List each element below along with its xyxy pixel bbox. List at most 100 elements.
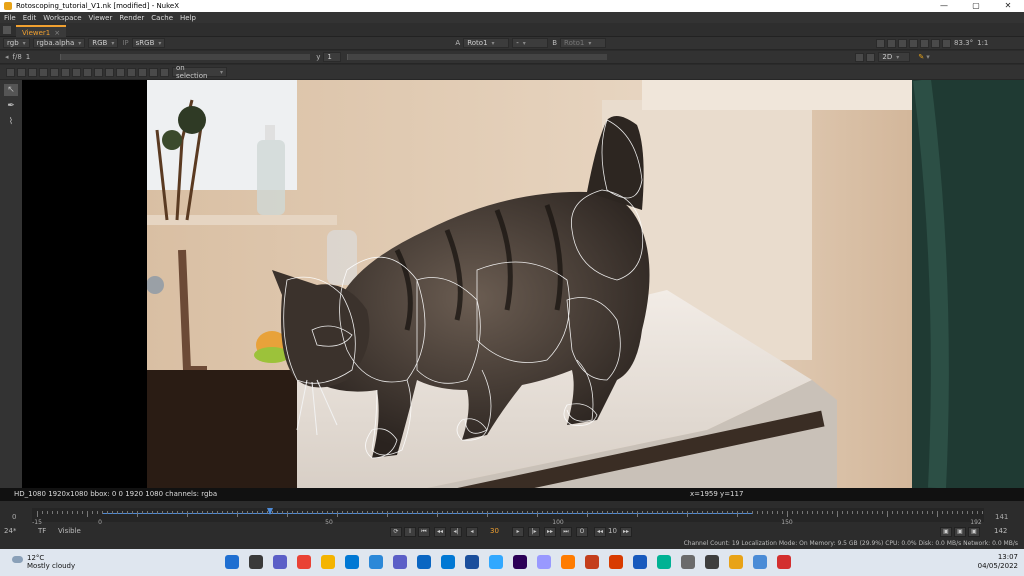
link-icon[interactable] [28, 67, 37, 77]
proxy-value[interactable]: 1:1 [977, 39, 988, 47]
roi-icon[interactable] [876, 38, 886, 48]
render-icon[interactable]: ▣ [954, 527, 966, 537]
taskbar-app-icon[interactable] [705, 555, 719, 569]
taskbar-app-icon[interactable] [777, 555, 791, 569]
play-backward-icon[interactable]: ◂ [466, 527, 478, 537]
taskbar-app-icon[interactable] [369, 555, 383, 569]
transform-icon[interactable] [61, 67, 70, 77]
timeline-start[interactable]: 0 [12, 513, 16, 521]
clipping-icon[interactable] [887, 38, 897, 48]
taskbar-app-icon[interactable] [513, 555, 527, 569]
prev-frame-icon[interactable]: ◂| [450, 527, 462, 537]
settings-gear-icon[interactable] [6, 67, 15, 77]
visibility-dropdown[interactable]: Visible [58, 527, 81, 535]
taskbar-app-icon[interactable] [321, 555, 335, 569]
display-dropdown[interactable]: RGB ▾ [88, 38, 119, 48]
input-b-dropdown[interactable]: Roto1 ▾ [560, 38, 607, 48]
feather-link-icon[interactable] [127, 67, 136, 77]
mask-icon[interactable] [909, 38, 919, 48]
tf-dropdown[interactable]: TF [38, 527, 46, 535]
first-frame-icon[interactable]: ⏮ [418, 527, 430, 537]
menu-workspace[interactable]: Workspace [43, 14, 81, 22]
taskbar-app-icon[interactable] [585, 555, 599, 569]
taskbar-app-icon[interactable] [561, 555, 575, 569]
zoom-value[interactable]: 83.3° [954, 39, 973, 47]
taskbar-app-icon[interactable] [273, 555, 287, 569]
close-button[interactable]: ✕ [992, 0, 1024, 12]
lock-icon[interactable] [855, 52, 865, 62]
selection-mode-dropdown[interactable]: on selection ▾ [172, 64, 227, 80]
timeline-end[interactable]: 141 [995, 513, 1008, 521]
taskbar-app-icon[interactable] [609, 555, 623, 569]
grid-icon[interactable] [138, 67, 147, 77]
points-tool-icon[interactable]: ⌇ [4, 116, 18, 128]
ripple-icon[interactable] [105, 67, 114, 77]
gain-prev-icon[interactable]: ◂ [5, 53, 9, 61]
refresh-icon[interactable] [931, 38, 941, 48]
current-frame-field[interactable]: 30 [490, 527, 499, 535]
bezier-tool-icon[interactable]: ✒ [4, 100, 18, 112]
input-a-dropdown[interactable]: Roto1 ▾ [463, 38, 510, 48]
filter-icon[interactable] [160, 67, 169, 77]
end-frame-field[interactable]: 142 [994, 527, 1007, 535]
menu-render[interactable]: Render [119, 14, 144, 22]
menu-cache[interactable]: Cache [151, 14, 173, 22]
minimize-button[interactable]: — [928, 0, 960, 12]
gain-slider[interactable] [60, 54, 311, 60]
increment-field[interactable]: 10 [608, 527, 617, 535]
taskbar-app-icon[interactable] [441, 555, 455, 569]
layer-dropdown[interactable]: rgb ▾ [3, 38, 30, 48]
view-mode-dropdown[interactable]: 2D ▾ [878, 52, 911, 62]
bbox-icon[interactable] [83, 67, 92, 77]
next-frame-icon[interactable]: |▸ [528, 527, 540, 537]
ip-toggle[interactable]: IP [122, 39, 128, 47]
panel-menu-icon[interactable] [3, 26, 11, 34]
label-points-icon[interactable] [39, 67, 48, 77]
taskbar-app-icon[interactable] [537, 555, 551, 569]
visibility-icon[interactable] [149, 67, 158, 77]
step-back-icon[interactable]: ◂◂ [594, 527, 606, 537]
taskbar-app-icon[interactable] [393, 555, 407, 569]
step-forward-icon[interactable]: ▸▸ [620, 527, 632, 537]
taskbar-app-icon[interactable] [633, 555, 647, 569]
tab-close-icon[interactable]: × [54, 29, 60, 37]
lut-dropdown[interactable]: sRGB ▾ [131, 38, 166, 48]
play-forward-icon[interactable]: ▸ [512, 527, 524, 537]
last-frame-icon[interactable]: ⏭ [560, 527, 572, 537]
paint-brush-icon[interactable]: ✎ [918, 53, 924, 61]
pause-icon[interactable] [942, 38, 952, 48]
next-key-icon[interactable]: ▸▸ [544, 527, 556, 537]
label-curves-icon[interactable] [50, 67, 59, 77]
taskbar-app-icon[interactable] [345, 555, 359, 569]
taskbar-app-icon[interactable] [753, 555, 767, 569]
taskbar-app-icon[interactable] [657, 555, 671, 569]
in-point-icon[interactable]: I [404, 527, 416, 537]
overlay-icon[interactable] [898, 38, 908, 48]
tab-viewer1[interactable]: Viewer1 × [16, 25, 67, 37]
timeline-track[interactable]: -15 0 50 100 150 192 [32, 508, 984, 526]
wipe-dropdown[interactable]: - ▾ [512, 38, 549, 48]
fstop-value[interactable]: 1 [26, 53, 30, 61]
tangent-icon[interactable] [72, 67, 81, 77]
gamma-slider[interactable] [347, 54, 608, 60]
feather-icon[interactable] [17, 67, 26, 77]
taskbar-app-icon[interactable] [417, 555, 431, 569]
viewer-canvas[interactable] [22, 80, 1024, 488]
loop-icon[interactable]: ⟳ [390, 527, 402, 537]
chevron-down-icon[interactable]: ▾ [926, 53, 930, 61]
frame-icon[interactable] [866, 52, 876, 62]
fps-dropdown[interactable]: 24* [4, 527, 16, 535]
prev-key-icon[interactable]: ◂◂ [434, 527, 446, 537]
taskbar-app-icon[interactable] [729, 555, 743, 569]
taskbar-app-icon[interactable] [465, 555, 479, 569]
auto-key-icon[interactable] [116, 67, 125, 77]
taskbar-app-icon[interactable] [249, 555, 263, 569]
snap-icon[interactable] [94, 67, 103, 77]
system-tray[interactable]: 13:07 04/05/2022 [978, 553, 1018, 571]
safe-area-icon[interactable] [920, 38, 930, 48]
channel-dropdown[interactable]: rgba.alpha ▾ [32, 38, 86, 48]
out-point-icon[interactable]: O [576, 527, 588, 537]
menu-file[interactable]: File [4, 14, 16, 22]
taskbar-app-icon[interactable] [489, 555, 503, 569]
taskbar-app-icon[interactable] [681, 555, 695, 569]
